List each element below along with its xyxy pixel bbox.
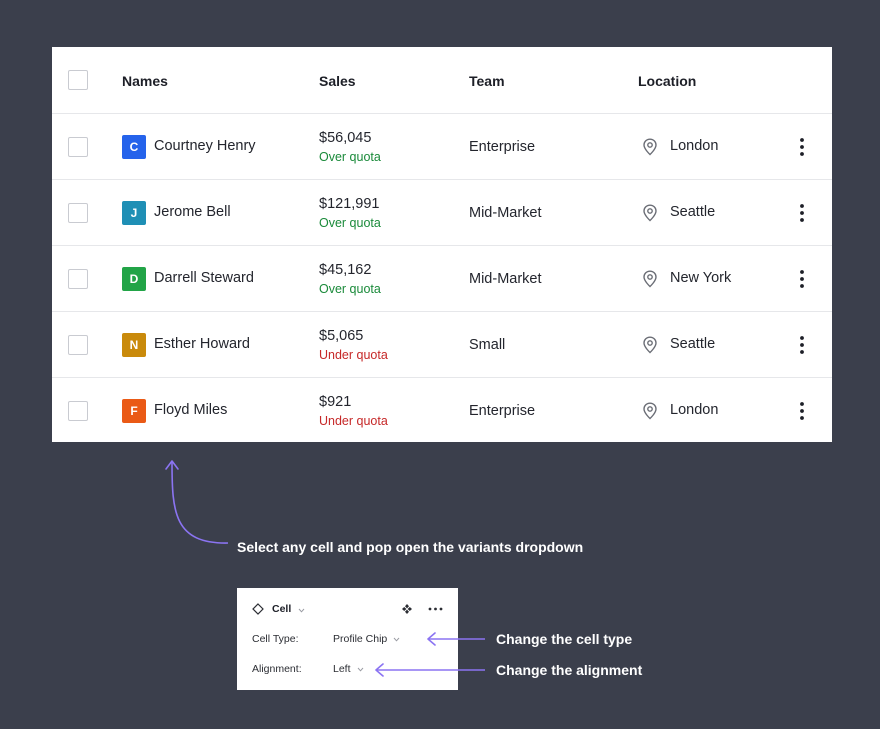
team-cell[interactable]: Enterprise — [469, 403, 535, 419]
quota-status: Over quota — [319, 150, 381, 164]
data-table: Names Sales Team Location C Courtney Henr… — [52, 47, 832, 442]
row-actions-icon[interactable] — [796, 401, 808, 421]
table-row[interactable]: F Floyd Miles $921 Under quota Enterprise Lon… — [52, 377, 832, 443]
team-cell[interactable]: Small — [469, 337, 505, 353]
row-actions-icon[interactable] — [796, 137, 808, 157]
row-checkbox[interactable] — [68, 203, 88, 223]
panel-title[interactable]: Cell — [272, 603, 291, 615]
location-pin-icon — [643, 270, 657, 288]
arrow-left-icon — [375, 663, 485, 677]
name-cell[interactable]: Floyd Miles — [154, 402, 227, 418]
chevron-down-icon[interactable] — [393, 637, 400, 642]
component-diamond-icon — [252, 603, 264, 615]
header-team[interactable]: Team — [469, 73, 505, 89]
team-cell[interactable]: Mid-Market — [469, 271, 542, 287]
row-actions-icon[interactable] — [796, 269, 808, 289]
chevron-down-icon[interactable] — [357, 667, 364, 672]
team-cell[interactable]: Enterprise — [469, 139, 535, 155]
sales-amount[interactable]: $921 — [319, 394, 351, 410]
table-header-row: Names Sales Team Location — [52, 47, 832, 113]
row-checkbox[interactable] — [68, 335, 88, 355]
sales-amount[interactable]: $121,991 — [319, 196, 379, 212]
quota-status: Over quota — [319, 282, 381, 296]
quota-status: Under quota — [319, 414, 388, 428]
row-actions-icon[interactable] — [796, 335, 808, 355]
name-cell[interactable]: Jerome Bell — [154, 204, 231, 220]
quota-status: Over quota — [319, 216, 381, 230]
row-checkbox[interactable] — [68, 401, 88, 421]
sales-amount[interactable]: $5,065 — [319, 328, 363, 344]
more-options-icon[interactable] — [428, 607, 443, 611]
avatar: N — [122, 333, 146, 357]
location-cell[interactable]: London — [670, 138, 718, 154]
location-cell[interactable]: New York — [670, 270, 731, 286]
table-row[interactable]: N Esther Howard $5,065 Under quota Small Seat… — [52, 311, 832, 377]
change-alignment-caption: Change the alignment — [496, 662, 643, 678]
table-row[interactable]: C Courtney Henry $56,045 Over quota Enterpri… — [52, 113, 832, 179]
curved-arrow-icon — [165, 460, 229, 544]
header-names[interactable]: Names — [122, 73, 168, 89]
select-all-checkbox[interactable] — [68, 70, 88, 90]
location-pin-icon — [643, 204, 657, 222]
location-pin-icon — [643, 138, 657, 156]
avatar: D — [122, 267, 146, 291]
name-cell[interactable]: Courtney Henry — [154, 138, 256, 154]
arrow-left-icon — [427, 632, 485, 646]
move-icon[interactable] — [401, 603, 413, 615]
location-cell[interactable]: London — [670, 402, 718, 418]
alignment-label: Alignment: — [252, 663, 302, 675]
location-cell[interactable]: Seattle — [670, 204, 715, 220]
quota-status: Under quota — [319, 348, 388, 362]
location-pin-icon — [643, 336, 657, 354]
avatar: C — [122, 135, 146, 159]
row-checkbox[interactable] — [68, 269, 88, 289]
cell-type-dropdown[interactable]: Profile Chip — [333, 633, 387, 645]
cell-type-label: Cell Type: — [252, 633, 299, 645]
header-sales[interactable]: Sales — [319, 73, 356, 89]
change-type-caption: Change the cell type — [496, 631, 633, 647]
row-checkbox[interactable] — [68, 137, 88, 157]
sales-amount[interactable]: $56,045 — [319, 130, 371, 146]
team-cell[interactable]: Mid-Market — [469, 205, 542, 221]
sales-amount[interactable]: $45,162 — [319, 262, 371, 278]
row-actions-icon[interactable] — [796, 203, 808, 223]
name-cell[interactable]: Darrell Steward — [154, 270, 254, 286]
table-row[interactable]: J Jerome Bell $121,991 Over quota Mid-Market… — [52, 179, 832, 245]
avatar: F — [122, 399, 146, 423]
chevron-down-icon[interactable] — [298, 608, 305, 613]
alignment-dropdown[interactable]: Left — [333, 663, 351, 675]
location-pin-icon — [643, 402, 657, 420]
name-cell[interactable]: Esther Howard — [154, 336, 250, 352]
select-cell-caption: Select any cell and pop open the variant… — [237, 539, 584, 555]
avatar: J — [122, 201, 146, 225]
location-cell[interactable]: Seattle — [670, 336, 715, 352]
table-row[interactable]: D Darrell Steward $45,162 Over quota Mid-Mar… — [52, 245, 832, 311]
header-location[interactable]: Location — [638, 73, 696, 89]
